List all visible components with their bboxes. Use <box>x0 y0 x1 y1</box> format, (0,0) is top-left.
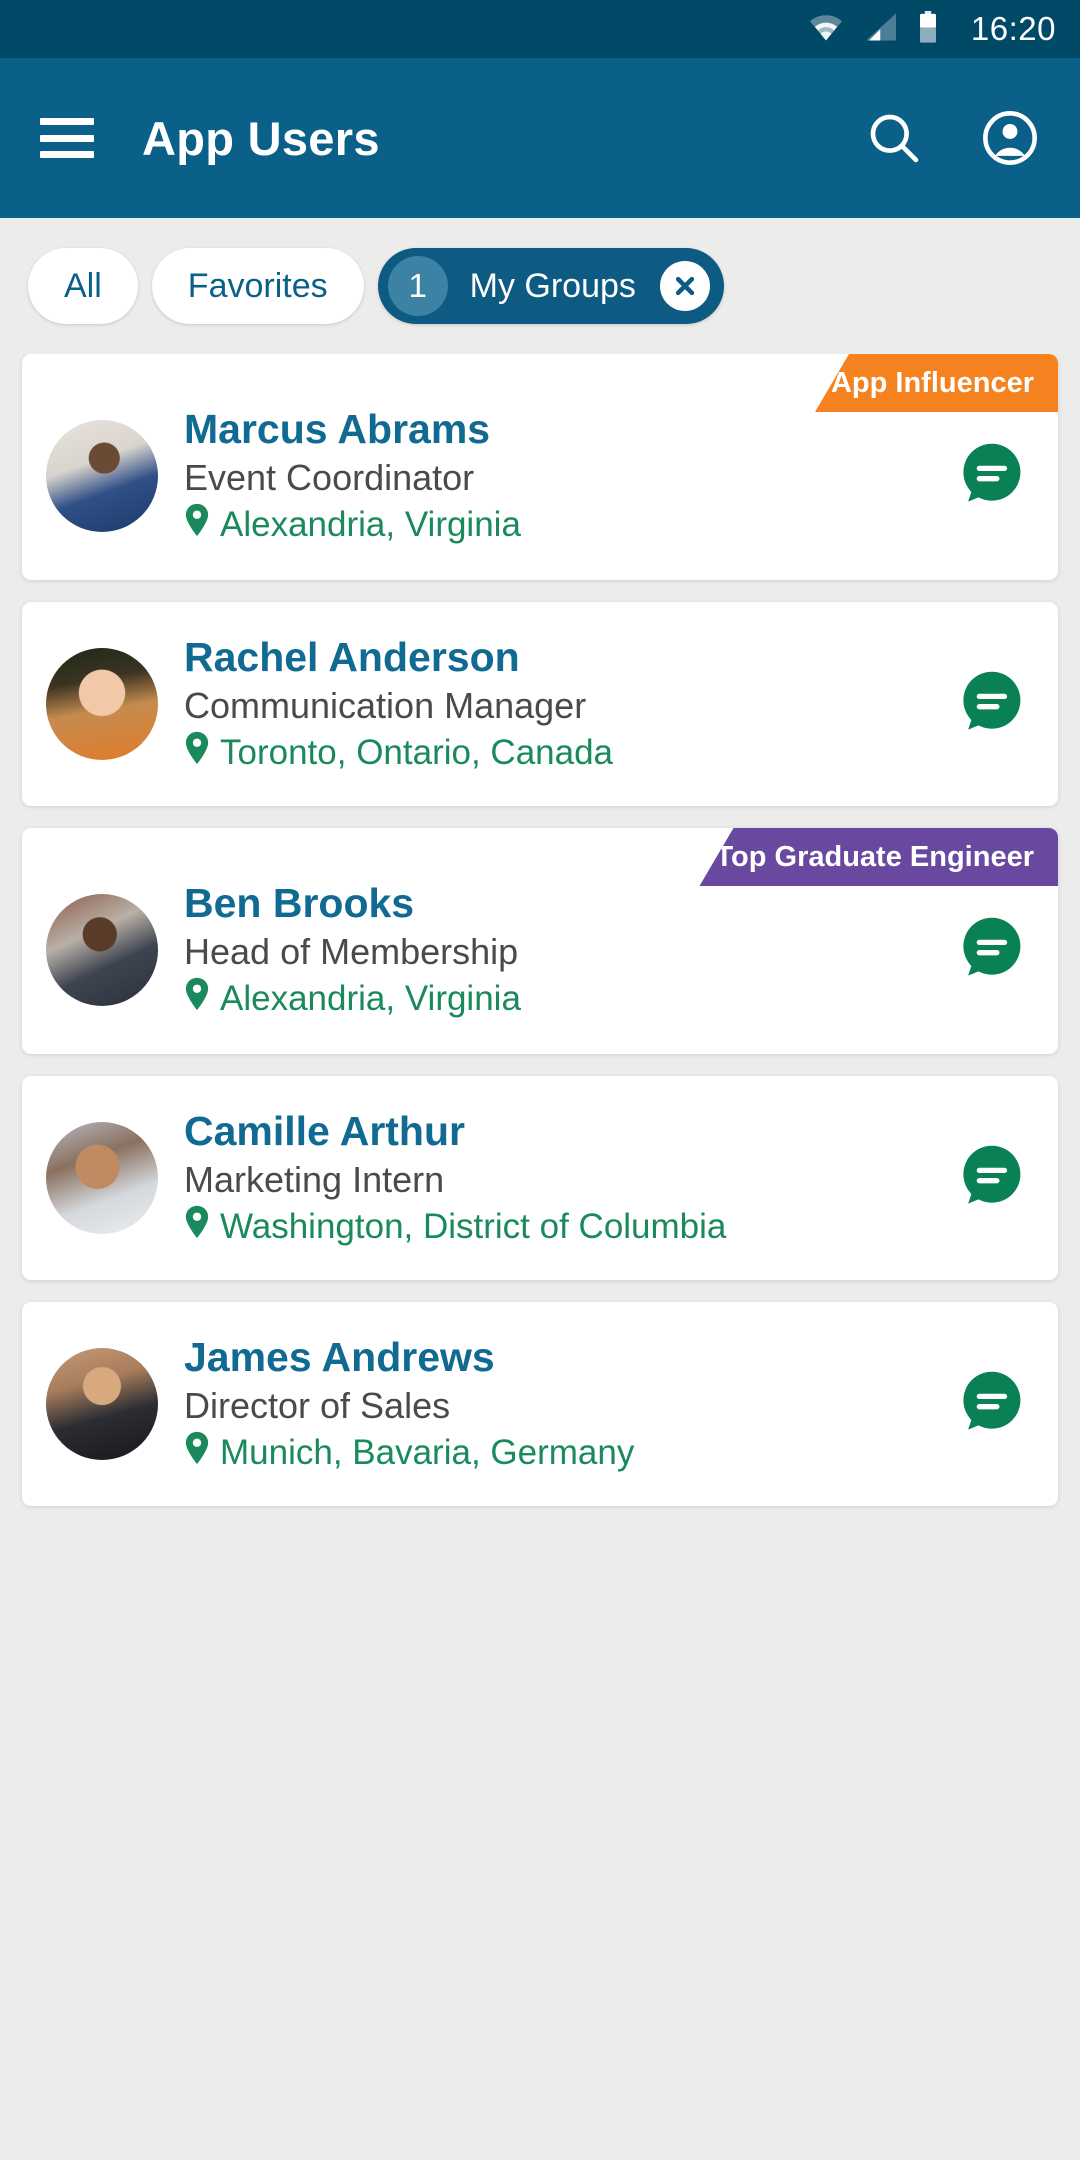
user-location: Washington, District of Columbia <box>184 1205 932 1249</box>
chat-bubble-icon[interactable] <box>952 1366 1028 1442</box>
status-bar-time: 16:20 <box>970 10 1056 47</box>
wifi-icon <box>807 12 845 47</box>
filter-chip-favorites[interactable]: Favorites <box>151 248 364 324</box>
user-card-list: App Influencer Marcus Abrams Event Coord… <box>0 354 1080 2160</box>
filter-chip-all[interactable]: All <box>28 248 138 324</box>
status-bar: 16:20 <box>0 0 1080 58</box>
user-role: Head of Membership <box>184 930 519 972</box>
page-title: App Users <box>142 111 380 165</box>
user-info: Marcus Abrams Event Coordinator Alexandr… <box>184 405 932 546</box>
user-role: Director of Sales <box>184 1384 451 1426</box>
app-bar: App Users <box>0 58 1080 218</box>
cellular-signal-icon <box>863 12 899 47</box>
avatar <box>46 420 158 532</box>
battery-icon <box>917 10 939 48</box>
account-circle-icon[interactable] <box>980 108 1040 168</box>
filter-chip-count-badge: 1 <box>387 256 448 316</box>
filter-chip-my-groups[interactable]: 1 My Groups <box>377 248 724 324</box>
user-info: Camille Arthur Marketing Intern Washingt… <box>184 1107 932 1248</box>
user-location: Alexandria, Virginia <box>184 503 932 547</box>
avatar <box>46 1348 158 1460</box>
user-role: Communication Manager <box>184 684 587 726</box>
status-bar-icons: 16:20 <box>807 10 1056 48</box>
user-card[interactable]: Rachel Anderson Communication Manager To… <box>22 602 1058 806</box>
status-badge: App Influencer <box>814 354 1058 412</box>
location-pin-icon <box>184 977 210 1021</box>
hamburger-line <box>40 134 94 142</box>
user-card[interactable]: James Andrews Director of Sales Munich, … <box>22 1302 1058 1506</box>
location-pin-icon <box>184 503 210 547</box>
status-badge: Top Graduate Engineer <box>699 828 1058 886</box>
chat-bubble-icon[interactable] <box>952 1140 1028 1216</box>
user-card[interactable]: Top Graduate Engineer Ben Brooks Head of… <box>22 828 1058 1054</box>
location-pin-icon <box>184 1431 210 1475</box>
user-card[interactable]: App Influencer Marcus Abrams Event Coord… <box>22 354 1058 580</box>
location-pin-icon <box>184 1205 210 1249</box>
user-name: James Andrews <box>184 1334 495 1381</box>
chat-bubble-icon[interactable] <box>952 912 1028 988</box>
user-card[interactable]: Camille Arthur Marketing Intern Washingt… <box>22 1076 1058 1280</box>
user-location: Munich, Bavaria, Germany <box>184 1431 932 1475</box>
user-info: James Andrews Director of Sales Munich, … <box>184 1333 932 1474</box>
hamburger-line <box>40 151 94 158</box>
user-location-text: Toronto, Ontario, Canada <box>220 732 614 772</box>
user-location-text: Alexandria, Virginia <box>220 504 521 544</box>
chat-bubble-icon[interactable] <box>952 666 1028 742</box>
user-name: Camille Arthur <box>184 1108 465 1155</box>
app-bar-actions <box>864 108 1040 168</box>
hamburger-line <box>40 118 94 125</box>
location-pin-icon <box>184 731 210 775</box>
user-location-text: Munich, Bavaria, Germany <box>220 1432 635 1472</box>
avatar <box>46 648 158 760</box>
close-x-icon[interactable] <box>659 261 710 311</box>
user-location: Toronto, Ontario, Canada <box>184 731 932 775</box>
search-icon[interactable] <box>864 108 924 168</box>
user-location-text: Alexandria, Virginia <box>220 978 521 1018</box>
user-info: Rachel Anderson Communication Manager To… <box>184 633 932 774</box>
user-location-text: Washington, District of Columbia <box>220 1206 727 1246</box>
app-screen: 16:20 App Users All Favorites 1 My Group… <box>0 0 1080 2160</box>
user-name: Marcus Abrams <box>184 406 491 453</box>
user-location: Alexandria, Virginia <box>184 977 932 1021</box>
user-role: Event Coordinator <box>184 456 475 498</box>
user-name: Rachel Anderson <box>184 634 520 681</box>
chat-bubble-icon[interactable] <box>952 438 1028 514</box>
filter-chip-label: Favorites <box>187 267 328 305</box>
filter-chips: All Favorites 1 My Groups <box>0 218 1080 354</box>
user-info: Ben Brooks Head of Membership Alexandria… <box>184 879 932 1020</box>
filter-chip-label: All <box>64 267 102 305</box>
avatar <box>46 1122 158 1234</box>
user-name: Ben Brooks <box>184 880 415 927</box>
avatar <box>46 894 158 1006</box>
hamburger-menu-icon[interactable] <box>40 118 94 158</box>
user-role: Marketing Intern <box>184 1158 445 1200</box>
filter-chip-label: My Groups <box>469 267 636 305</box>
